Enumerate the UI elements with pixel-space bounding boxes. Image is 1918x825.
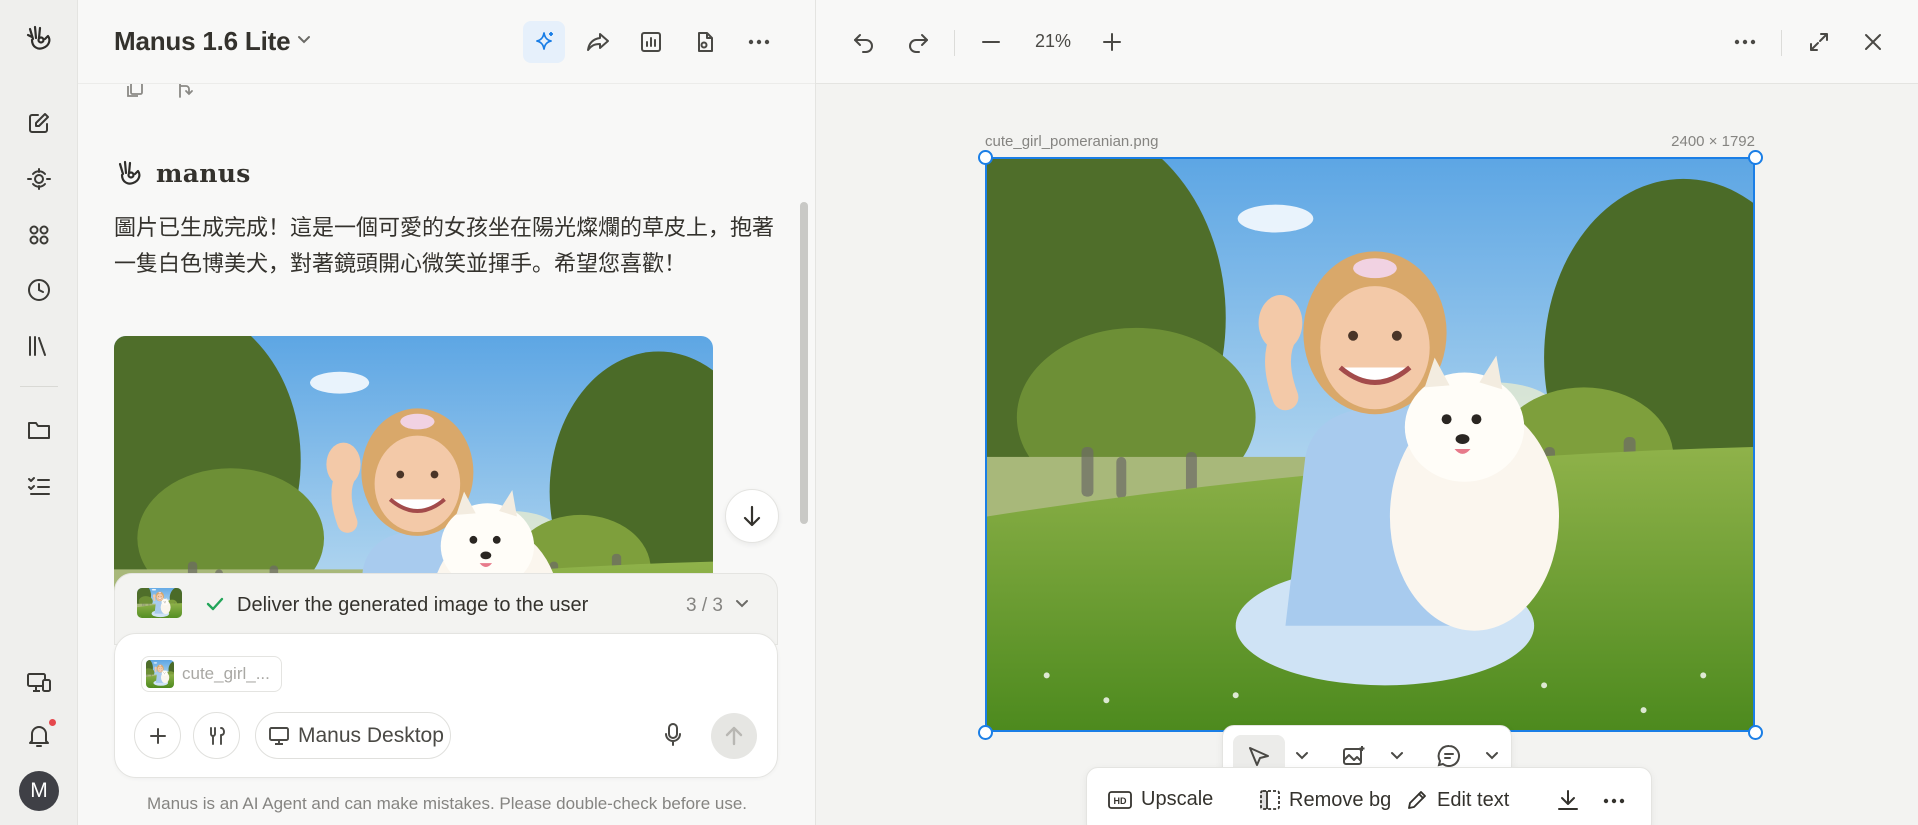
zoom-out-icon[interactable] <box>973 24 1009 60</box>
chevron-down-icon[interactable] <box>1295 751 1309 761</box>
history-clock-icon[interactable] <box>22 273 56 307</box>
sender-name: manus <box>156 158 251 188</box>
chevron-down-icon[interactable] <box>1390 751 1404 761</box>
image-preview-panel: 21% cute_girl_pomeranian.png 2400 × 1792 <box>816 0 1918 825</box>
resize-handle-top-left[interactable] <box>978 150 993 165</box>
manus-desktop-label: Manus Desktop <box>298 723 444 747</box>
task-thumbnail <box>137 588 182 618</box>
assistant-message: 圖片已生成完成！這是一個可愛的女孩坐在陽光燦爛的草皮上，抱著一隻白色博美犬，對著… <box>114 215 775 276</box>
redo-icon[interactable] <box>900 24 936 60</box>
manus-desktop-button[interactable]: Manus Desktop <box>255 712 451 759</box>
remove-bg-button[interactable]: Remove bg <box>1259 788 1391 812</box>
toolbar-divider <box>954 30 955 56</box>
model-selector[interactable]: Manus 1.6 Lite <box>114 26 291 57</box>
tasks-list-icon[interactable] <box>22 469 56 503</box>
edit-text-label: Edit text <box>1437 788 1510 811</box>
toolbar-divider <box>1781 30 1782 56</box>
hd-icon: HD <box>1107 789 1133 811</box>
share-icon[interactable] <box>577 21 619 63</box>
upscale-label: Upscale <box>1141 788 1214 810</box>
avatar-initial: M <box>30 779 48 802</box>
undo-icon[interactable] <box>846 24 882 60</box>
sender-header: manus <box>114 158 251 188</box>
edit-text-button[interactable]: Edit text <box>1405 788 1509 812</box>
attachment-name: cute_girl_... <box>182 664 270 683</box>
manus-logo-icon[interactable] <box>22 21 56 55</box>
selected-image[interactable] <box>985 157 1755 732</box>
tools-button[interactable] <box>193 712 240 759</box>
svg-text:HD: HD <box>1114 796 1127 806</box>
file-dimensions: 2400 × 1792 <box>1671 133 1755 150</box>
document-icon[interactable] <box>684 21 726 63</box>
download-icon <box>1556 788 1580 812</box>
file-name: cute_girl_pomeranian.png <box>985 133 1159 150</box>
more-icon[interactable] <box>1727 24 1763 60</box>
resize-handle-top-right[interactable] <box>1748 150 1763 165</box>
monitor-icon <box>268 726 290 746</box>
chevron-down-icon[interactable] <box>1485 751 1499 761</box>
manus-logo-icon <box>114 158 144 188</box>
task-count: 3 / 3 <box>686 595 723 616</box>
scroll-to-bottom-button[interactable] <box>725 489 779 543</box>
expand-icon[interactable] <box>1801 24 1837 60</box>
library-icon[interactable] <box>22 329 56 363</box>
download-button[interactable] <box>1556 788 1580 812</box>
check-icon <box>205 594 225 614</box>
chevron-down-icon[interactable] <box>296 34 312 46</box>
sparkle-icon[interactable] <box>523 21 565 63</box>
microphone-icon[interactable] <box>663 722 683 748</box>
image-action-bar: HD Upscale Remove bg Edit text <box>1086 767 1652 825</box>
chat-panel: Manus 1.6 Lite manus 圖片已生成完成！這是一個可愛的女孩坐在… <box>78 0 816 825</box>
preview-toolbar: 21% <box>816 0 1918 84</box>
attachment-thumbnail <box>146 660 174 688</box>
avatar[interactable]: M <box>19 771 59 811</box>
resize-handle-bottom-right[interactable] <box>1748 725 1763 740</box>
rail-divider <box>20 386 58 387</box>
chat-scrollbar[interactable] <box>800 202 808 524</box>
resize-handle-bottom-left[interactable] <box>978 725 993 740</box>
remove-bg-icon <box>1259 788 1281 812</box>
upscale-button[interactable]: HD Upscale <box>1107 788 1213 811</box>
disclaimer: Manus is an AI Agent and can make mistak… <box>146 794 748 813</box>
task-label: Deliver the generated image to the user <box>237 594 589 616</box>
notification-dot <box>48 718 57 727</box>
new-task-icon[interactable] <box>22 106 56 140</box>
chat-header: Manus 1.6 Lite <box>78 0 815 84</box>
left-rail: M <box>0 0 78 825</box>
attachment-chip[interactable]: cute_girl_... <box>141 656 282 692</box>
zoom-in-icon[interactable] <box>1094 24 1130 60</box>
chart-icon[interactable] <box>630 21 672 63</box>
zoom-level[interactable]: 21% <box>1035 31 1071 52</box>
close-icon[interactable] <box>1855 24 1891 60</box>
send-button[interactable] <box>711 713 757 759</box>
agents-icon[interactable] <box>22 162 56 196</box>
chevron-down-icon[interactable] <box>734 598 750 610</box>
devices-icon[interactable] <box>22 666 56 700</box>
apps-grid-icon[interactable] <box>22 218 56 252</box>
more-icon[interactable] <box>1603 798 1625 804</box>
folder-icon[interactable] <box>22 413 56 447</box>
remove-bg-label: Remove bg <box>1289 788 1392 811</box>
more-icon[interactable] <box>738 21 780 63</box>
pencil-icon <box>1405 788 1429 812</box>
message-composer[interactable]: cute_girl_... Manus Desktop <box>114 633 778 778</box>
add-button[interactable] <box>134 712 181 759</box>
